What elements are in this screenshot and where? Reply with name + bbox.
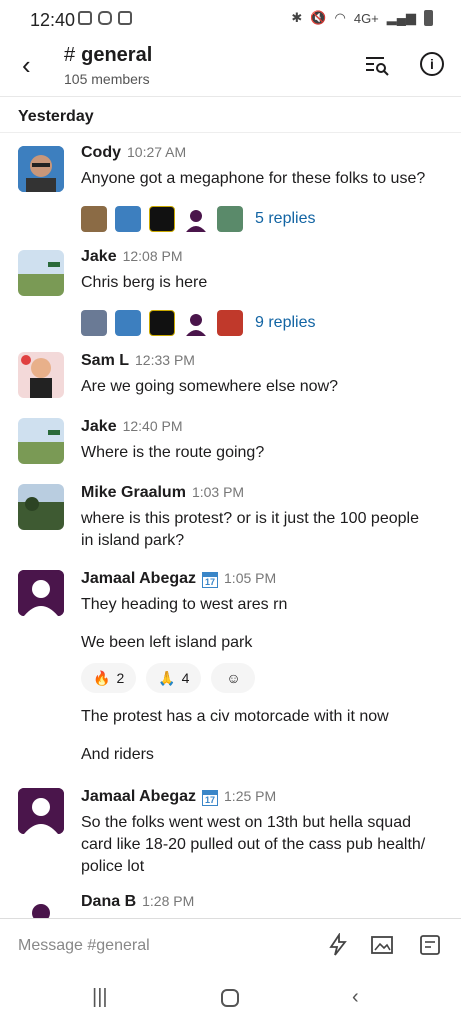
sender-name[interactable]: Mike Graalum 1:03 PM	[81, 484, 244, 502]
avatar[interactable]	[18, 418, 64, 464]
thread-avatar	[217, 310, 243, 336]
battery-icon	[424, 10, 433, 26]
replies-link[interactable]: 9 replies	[255, 314, 315, 332]
thread-avatar	[149, 206, 175, 232]
sender-name[interactable]: Sam L 12:33 PM	[81, 352, 195, 370]
status-bar: 12:40 ✱ 🔇 ◠ 4G+ ▂▄▆	[0, 0, 461, 38]
reaction-pray[interactable]: 🙏 4	[146, 663, 202, 693]
message-text: They heading to west ares rn	[81, 596, 288, 613]
sender-name[interactable]: Jamaal Abegaz 17 1:25 PM	[81, 788, 276, 806]
message-composer[interactable]: Message #general	[0, 918, 461, 971]
message-text: Are we going somewhere else now?	[81, 378, 339, 395]
sender-name[interactable]: Dana B 1:28 PM	[81, 893, 194, 911]
wifi-icon: ◠	[334, 10, 346, 25]
channel-header: ‹ # general 105 members i	[0, 38, 461, 97]
timestamp: 1:05 PM	[224, 570, 277, 586]
message-text: Chris berg is here	[81, 274, 208, 291]
network-type: 4G+	[353, 10, 379, 26]
sender-name[interactable]: Jake 12:40 PM	[81, 418, 183, 436]
timestamp: 12:08 PM	[122, 248, 183, 264]
timestamp: 10:27 AM	[127, 144, 187, 160]
avatar[interactable]	[18, 895, 64, 918]
avatar[interactable]	[18, 570, 64, 616]
message-input[interactable]: Message #general	[18, 937, 150, 955]
reaction-fire[interactable]: 🔥 2	[81, 663, 137, 693]
message-text: in island park?	[81, 532, 185, 549]
avatar[interactable]	[18, 146, 64, 192]
avatar[interactable]	[18, 788, 64, 834]
image-attach-icon[interactable]	[370, 933, 396, 957]
message: Dana B 1:28 PM	[0, 893, 461, 918]
search-in-channel-icon[interactable]	[364, 52, 390, 78]
timestamp: 12:40 PM	[122, 418, 183, 434]
thread-avatar	[217, 206, 243, 232]
bluetooth-icon: ✱	[291, 10, 303, 25]
calendar-status-icon: 17	[202, 572, 219, 588]
thread-avatar	[81, 310, 107, 336]
sender-name[interactable]: Jamaal Abegaz 17 1:05 PM	[81, 570, 276, 588]
timestamp: 12:33 PM	[135, 352, 195, 368]
instagram-icon	[98, 11, 112, 25]
thread-summary[interactable]: 9 replies	[81, 310, 315, 336]
gallery-icon	[118, 11, 132, 25]
timestamp: 1:25 PM	[224, 788, 277, 804]
thread-avatar	[115, 310, 141, 336]
system-nav-bar: ||| ‹	[0, 970, 461, 1024]
replies-link[interactable]: 5 replies	[255, 210, 315, 228]
home-icon[interactable]	[220, 988, 240, 1008]
thread-avatar	[81, 206, 107, 232]
system-back-icon[interactable]: ‹	[352, 986, 359, 1009]
shortcuts-icon[interactable]	[326, 933, 350, 957]
add-emoji-icon: ☺	[226, 670, 241, 686]
hash-icon: #	[64, 44, 76, 66]
thread-summary[interactable]: 5 replies	[81, 206, 315, 232]
praying-hands-icon: 🙏	[158, 669, 176, 686]
reaction-count: 4	[181, 670, 190, 686]
back-arrow-icon[interactable]: ‹	[22, 50, 31, 81]
thread-avatar	[115, 206, 141, 232]
calendar-status-icon: 17	[202, 790, 219, 806]
system-icons: ✱ 🔇 ◠ 4G+ ▂▄▆	[291, 10, 433, 26]
reactions: 🔥 2 🙏 4 ☺	[81, 663, 256, 693]
sender-name[interactable]: Cody 10:27 AM	[81, 144, 186, 162]
avatar[interactable]	[18, 484, 64, 530]
message-text: card like 18-20 pulled out of the cass p…	[81, 836, 426, 853]
message-text: Anyone got a megaphone for these folks t…	[81, 170, 426, 187]
message-text: The protest has a civ motorcade with it …	[81, 708, 389, 725]
message-notification-icon	[78, 11, 92, 25]
message-text: So the folks went west on 13th but hella…	[81, 814, 411, 831]
member-count[interactable]: 105 members	[64, 71, 150, 87]
sender-name[interactable]: Jake 12:08 PM	[81, 248, 183, 266]
divider-line	[0, 132, 461, 133]
status-time: 12:40	[30, 10, 76, 30]
message-text: We been left island park	[81, 634, 253, 651]
notification-icons	[78, 11, 132, 25]
avatar[interactable]	[18, 352, 64, 398]
timestamp: 1:28 PM	[142, 893, 195, 909]
day-divider: Yesterday	[18, 108, 94, 125]
message-text: where is this protest? or is it just the…	[81, 510, 419, 527]
thread-avatar	[183, 206, 209, 232]
mute-icon: 🔇	[310, 10, 327, 25]
avatar[interactable]	[18, 250, 64, 296]
timestamp: 1:03 PM	[191, 484, 245, 500]
attachment-icon[interactable]	[418, 933, 442, 957]
reaction-count: 2	[116, 670, 125, 686]
fire-icon: 🔥	[93, 669, 111, 686]
add-reaction-button[interactable]: ☺	[211, 663, 256, 693]
channel-name: general	[81, 44, 153, 66]
thread-avatar	[149, 310, 175, 336]
recent-apps-icon[interactable]: |||	[92, 986, 108, 1009]
message-text: police lot	[81, 858, 145, 875]
message-text: And riders	[81, 746, 154, 763]
signal-icon: ▂▄▆	[386, 10, 416, 25]
message-text: Where is the route going?	[81, 444, 265, 461]
channel-title[interactable]: # general	[64, 44, 152, 67]
thread-avatar	[183, 310, 209, 336]
info-icon[interactable]: i	[420, 52, 444, 76]
